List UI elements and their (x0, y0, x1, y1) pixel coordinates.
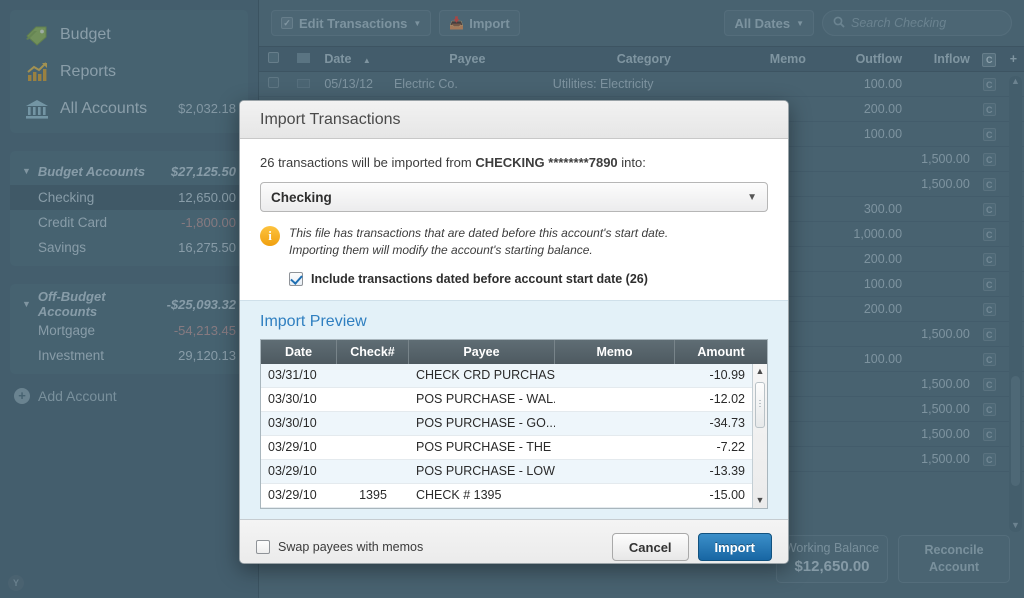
import-transactions-dialog: Import Transactions 26 transactions will… (239, 100, 789, 564)
cell-amount: -13.39 (709, 464, 745, 479)
cell-check: 1395 (359, 488, 387, 503)
preview-row[interactable]: 03/29/10 1395 CHECK # 1395 -15.00 (261, 484, 752, 508)
include-before-start-date-checkbox[interactable] (289, 271, 303, 286)
chevron-down-icon: ▼ (747, 191, 757, 203)
cell-date: 03/31/10 (268, 368, 317, 383)
cancel-button[interactable]: Cancel (611, 533, 689, 562)
summary-prefix: 26 transactions will be imported from (260, 155, 476, 170)
app-window: Budget Reports All Accounts $2,032.18 ▼ … (0, 0, 1024, 598)
cell-date: 03/29/10 (268, 488, 317, 503)
preview-row[interactable]: 03/30/10 POS PURCHASE - GO... -34.73 (261, 411, 752, 436)
warning-text: This file has transactions that are date… (289, 225, 668, 260)
cell-payee: POS PURCHASE - LOW... (416, 464, 555, 479)
cell-date: 03/29/10 (268, 440, 317, 455)
cell-payee: POS PURCHASE - THE ... (416, 440, 555, 455)
preview-scrollbar[interactable]: ▲ ▼ (752, 363, 767, 508)
target-account-select[interactable]: Checking ▼ (260, 182, 768, 212)
include-before-start-date-row[interactable]: Include transactions dated before accoun… (289, 271, 768, 286)
summary-account: CHECKING ********7890 (475, 155, 618, 170)
preview-column-date: Date (261, 339, 337, 364)
swap-payees-label: Swap payees with memos (278, 540, 424, 555)
cell-payee: POS PURCHASE - WAL... (416, 392, 555, 407)
import-preview-table: Date Check# Payee Memo Amount 03/31/10 CH… (260, 338, 768, 509)
preview-rows: 03/31/10 CHECK CRD PURCHAS... -10.99 03/30/… (261, 363, 752, 508)
scrollbar-grip (759, 399, 761, 408)
import-confirm-button[interactable]: Import (697, 533, 772, 562)
scrollbar-thumb[interactable] (755, 381, 765, 428)
swap-payees-row[interactable]: Swap payees with memos (256, 540, 612, 555)
import-summary-text: 26 transactions will be imported from CH… (260, 155, 768, 170)
warning-line-1: This file has transactions that are date… (289, 226, 669, 240)
preview-row[interactable]: 03/31/10 CHECK CRD PURCHAS... -10.99 (261, 363, 752, 388)
dialog-footer: Swap payees with memos Cancel Import (240, 518, 788, 563)
cell-date: 03/30/10 (268, 416, 317, 431)
info-icon: i (260, 226, 280, 246)
include-before-start-date-label: Include transactions dated before accoun… (311, 271, 648, 286)
cell-payee: CHECK # 1395 (416, 488, 502, 503)
import-preview-section: Import Preview Date Check# Payee Memo Am… (240, 299, 788, 519)
cell-amount: -12.02 (709, 392, 745, 407)
dialog-title: Import Transactions (240, 101, 788, 139)
preview-row[interactable]: 03/30/10 POS PURCHASE - WAL... -12.02 (261, 388, 752, 412)
swap-payees-checkbox[interactable] (256, 540, 270, 555)
selected-account-value: Checking (271, 189, 332, 205)
cell-payee: CHECK CRD PURCHAS... (416, 368, 555, 383)
warning-line-2: Importing them will modify the account's… (289, 243, 593, 258)
preview-row[interactable]: 03/29/10 POS PURCHASE - THE ... -7.22 (261, 436, 752, 460)
summary-suffix: into: (617, 155, 646, 170)
dialog-body: 26 transactions will be imported from CH… (240, 139, 788, 300)
preview-rows-wrapper: 03/31/10 CHECK CRD PURCHAS... -10.99 03/30/… (261, 363, 767, 508)
preview-column-payee: Payee (409, 339, 555, 364)
cell-amount: -7.22 (716, 440, 746, 455)
cell-payee: POS PURCHASE - GO... (416, 416, 555, 431)
import-preview-title: Import Preview (260, 312, 367, 330)
preview-column-memo: Memo (555, 339, 675, 364)
cell-amount: -15.00 (709, 488, 745, 503)
warning-row: i This file has transactions that are da… (260, 225, 768, 260)
cell-amount: -10.99 (709, 368, 745, 383)
cell-amount: -34.73 (709, 416, 745, 431)
preview-header-row: Date Check# Payee Memo Amount (261, 339, 767, 364)
preview-column-amount: Amount (697, 344, 745, 359)
scroll-up-icon[interactable]: ▲ (756, 364, 765, 379)
preview-row[interactable]: 03/29/10 POS PURCHASE - LOW... -13.39 (261, 459, 752, 484)
preview-column-check: Check# (337, 339, 409, 364)
scroll-down-icon[interactable]: ▼ (756, 493, 765, 508)
cell-date: 03/30/10 (268, 392, 317, 407)
cell-date: 03/29/10 (268, 464, 317, 479)
